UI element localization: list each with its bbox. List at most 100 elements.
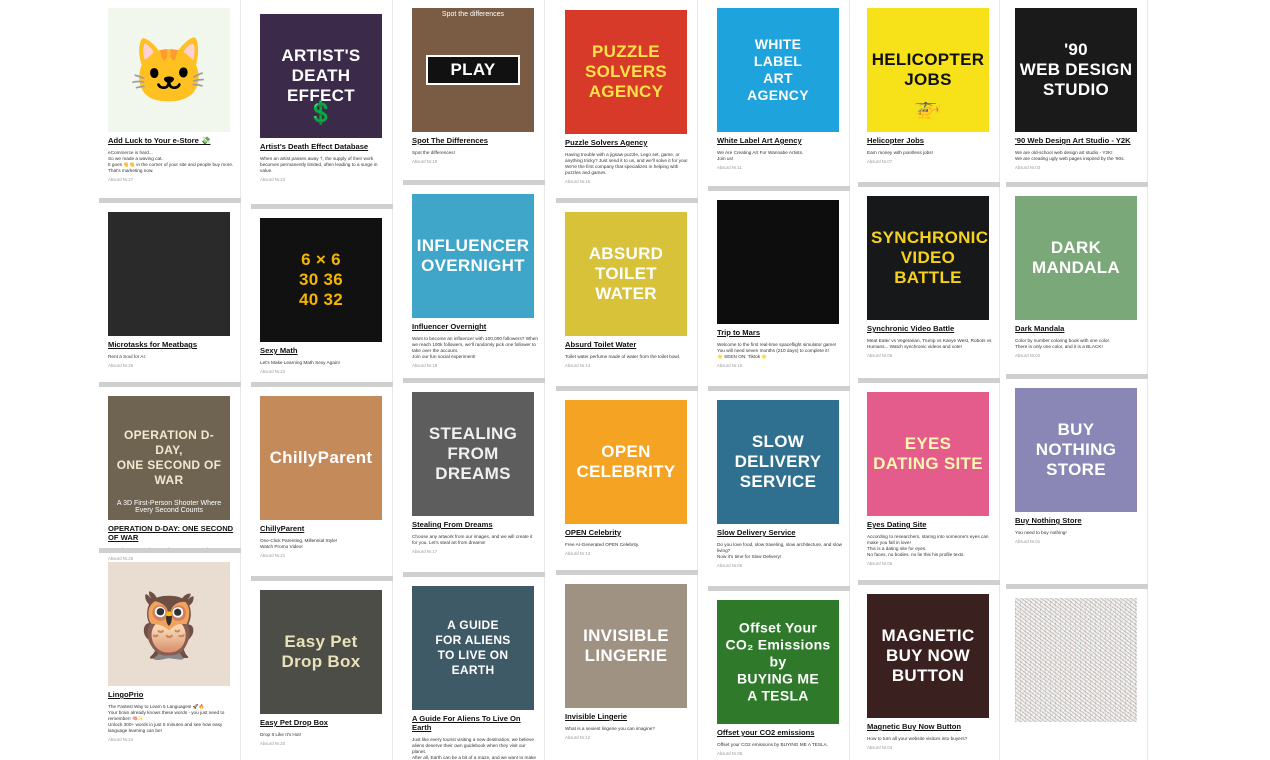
project-title-link[interactable]: Add Luck to Your e-Store 💸 <box>108 136 234 145</box>
project-title-link[interactable]: A Guide For Aliens To Live On Earth <box>412 714 538 732</box>
project-title-link[interactable]: Microtasks for Meatbags <box>108 340 234 349</box>
project-thumbnail[interactable]: EYES DATING SITE <box>867 392 989 516</box>
project-thumbnail[interactable]: INFLUENCER OVERNIGHT <box>412 194 534 318</box>
project-title-link[interactable]: Magnetic Buy Now Button <box>867 722 993 731</box>
project-description: Color by number coloring book with one c… <box>1015 338 1111 349</box>
project-thumbnail[interactable]: 🐱 <box>108 8 230 132</box>
project-title-link[interactable]: OPERATION D-DAY: ONE SECOND OF WAR <box>108 524 234 542</box>
project-description: eCommerce is hard... So we made a waving… <box>108 150 234 173</box>
project-thumbnail[interactable]: ARTIST'S DEATH EFFECT 💲 <box>260 14 382 138</box>
thumbnail-title: 6 × 6 30 36 40 32 <box>298 250 344 309</box>
project-thumbnail[interactable]: INVISIBLE LINGERIE <box>565 584 687 708</box>
card-divider <box>858 182 1000 187</box>
grid-column: '90 WEB DESIGN STUDIO '90 Web Design Art … <box>1006 0 1148 760</box>
project-card: '90 WEB DESIGN STUDIO '90 Web Design Art … <box>1006 0 1148 170</box>
project-title-link[interactable]: LingoPrio <box>108 690 234 699</box>
thumbnail-title: STEALING FROM DREAMS <box>428 424 518 483</box>
project-title-link[interactable]: Puzzle Solvers Agency <box>565 138 691 147</box>
project-thumbnail[interactable]: HELICOPTER JOBS 🚁 <box>867 8 989 132</box>
thumbnail-title: HELICOPTER JOBS <box>871 50 985 89</box>
project-thumbnail[interactable]: OPERATION D-DAY, ONE SECOND OF WAR A 3D F… <box>108 396 230 520</box>
project-number: Absurd Nr.19 <box>412 159 438 164</box>
project-thumbnail[interactable]: '90 WEB DESIGN STUDIO <box>1015 8 1137 132</box>
project-number: Absurd Nr.08 <box>717 751 743 756</box>
project-thumbnail[interactable]: ChillyParent <box>260 396 382 520</box>
project-thumbnail[interactable]: BUY NOTHING STORE <box>1015 388 1137 512</box>
project-title-link[interactable]: Synchronic Video Battle <box>867 324 993 333</box>
project-card: 🦉 LingoPrio The Fastest Way to Learn 5 Lan… <box>99 548 241 742</box>
project-number: Absurd Nr.03 <box>1015 165 1041 170</box>
project-title-link[interactable]: Absurd Toilet Water <box>565 340 691 349</box>
project-title-link[interactable]: Trip to Mars <box>717 328 843 337</box>
thumbnail-illustration-icon: 🐱 <box>129 35 209 107</box>
project-number: Absurd Nr.10 <box>717 363 743 368</box>
project-title-link[interactable]: Artist's Death Effect Database <box>260 142 386 151</box>
card-divider <box>403 180 545 185</box>
project-thumbnail[interactable]: ABSURD TOILET WATER <box>565 212 687 336</box>
project-thumbnail[interactable]: A GUIDE FOR ALIENS TO LIVE ON EARTH <box>412 586 534 710</box>
project-title-link[interactable]: Slow Delivery Service <box>717 528 843 537</box>
project-card: PUZZLE SOLVERS AGENCY Puzzle Solvers Agen… <box>556 2 698 184</box>
project-card: Spot the differences PLAY Spot The Differe… <box>403 0 545 164</box>
project-description: Meat Eater vs Vegetarian, Trump vs Kanye… <box>867 338 992 349</box>
project-number: Absurd Nr.06 <box>867 353 893 358</box>
thumbnail-title: OPERATION D-DAY, ONE SECOND OF WAR <box>116 428 222 487</box>
project-number: Absurd Nr.22 <box>260 369 286 374</box>
project-thumbnail[interactable]: OPEN CELEBRITY <box>565 400 687 524</box>
project-number: Absurd Nr.11 <box>717 165 742 170</box>
project-thumbnail[interactable]: Easy Pet Drop Box <box>260 590 382 714</box>
project-title-link[interactable]: Sexy Math <box>260 346 386 355</box>
project-title-link[interactable]: Easy Pet Drop Box <box>260 718 386 727</box>
project-title-link[interactable]: Buy Nothing Store <box>1015 516 1141 525</box>
project-card: 6 × 6 30 36 40 32 Sexy Math Let's Make Lea… <box>251 204 393 374</box>
card-divider <box>708 186 850 191</box>
project-title-link[interactable]: ChillyParent <box>260 524 386 533</box>
project-thumbnail[interactable] <box>717 200 839 324</box>
grid-column: 🐱 Add Luck to Your e-Store 💸 eCommerce is … <box>99 0 241 760</box>
thumbnail-illustration-icon: 🦉 <box>129 589 209 661</box>
thumbnail-title: SYNCHRONIC VIDEO BATTLE <box>871 228 989 287</box>
card-divider <box>556 570 698 575</box>
project-thumbnail[interactable]: 6 × 6 30 36 40 32 <box>260 218 382 342</box>
project-grid: 🐱 Add Luck to Your e-Store 💸 eCommerce is … <box>99 0 1149 760</box>
project-thumbnail[interactable]: DARK MANDALA <box>1015 196 1137 320</box>
project-thumbnail[interactable] <box>1015 598 1137 722</box>
project-thumbnail[interactable]: Spot the differences PLAY <box>412 8 534 132</box>
grid-column: Spot the differences PLAY Spot The Differe… <box>403 0 545 760</box>
project-number: Absurd Nr.20 <box>260 741 286 746</box>
project-title-link[interactable]: White Label Art Agency <box>717 136 843 145</box>
thumbnail-title: ARTIST'S DEATH EFFECT <box>281 46 361 105</box>
project-card: WHITE LABEL ART AGENCY White Label Art Ag… <box>708 0 850 170</box>
project-title-link[interactable]: Stealing From Dreams <box>412 520 538 529</box>
project-description: Spot the differences! <box>412 150 455 155</box>
project-thumbnail[interactable]: Offset Your CO₂ Emissions by BUYING ME A… <box>717 600 839 724</box>
thumbnail-subtitle: A 3D First-Person Shooter Where Every Se… <box>116 500 222 514</box>
project-title-link[interactable]: Influencer Overnight <box>412 322 538 331</box>
project-thumbnail[interactable]: PUZZLE SOLVERS AGENCY <box>565 10 687 134</box>
project-thumbnail[interactable]: 🦉 <box>108 562 230 686</box>
project-thumbnail[interactable]: STEALING FROM DREAMS <box>412 392 534 516</box>
project-card: ABSURD TOILET WATER Absurd Toilet Water To… <box>556 198 698 368</box>
project-title-link[interactable]: OPEN Celebrity <box>565 528 691 537</box>
project-title-link[interactable]: Invisible Lingerie <box>565 712 691 721</box>
grid-column: ARTIST'S DEATH EFFECT 💲 Artist's Death Eff… <box>251 0 393 760</box>
project-thumbnail[interactable]: SYNCHRONIC VIDEO BATTLE <box>867 196 989 320</box>
project-title-link[interactable]: Spot The Differences <box>412 136 538 145</box>
thumbnail-title: ChillyParent <box>269 448 373 467</box>
card-divider <box>403 378 545 383</box>
project-title-link[interactable]: Eyes Dating Site <box>867 520 993 529</box>
project-title-link[interactable]: Helicopter Jobs <box>867 136 993 145</box>
project-thumbnail[interactable]: WHITE LABEL ART AGENCY <box>717 8 839 132</box>
thumbnail-title: BUY NOTHING STORE <box>1035 420 1117 479</box>
project-thumbnail[interactable] <box>108 212 230 336</box>
project-title-link[interactable]: Dark Mandala <box>1015 324 1141 333</box>
project-thumbnail[interactable]: SLOW DELIVERY SERVICE <box>717 400 839 524</box>
grid-column: PUZZLE SOLVERS AGENCY Puzzle Solvers Agen… <box>556 0 698 760</box>
card-divider <box>99 382 241 387</box>
project-title-link[interactable]: '90 Web Design Art Studio - Y2K <box>1015 136 1141 145</box>
project-number: Absurd Nr.05 <box>867 561 893 566</box>
thumbnail-illustration-icon: 🚁 <box>914 94 942 119</box>
project-title-link[interactable]: Offset your CO2 emissions <box>717 728 843 737</box>
project-thumbnail[interactable]: MAGNETIC BUY NOW BUTTON <box>867 594 989 718</box>
project-card: Microtasks for Meatbags Rent a Soul for A… <box>99 198 241 368</box>
